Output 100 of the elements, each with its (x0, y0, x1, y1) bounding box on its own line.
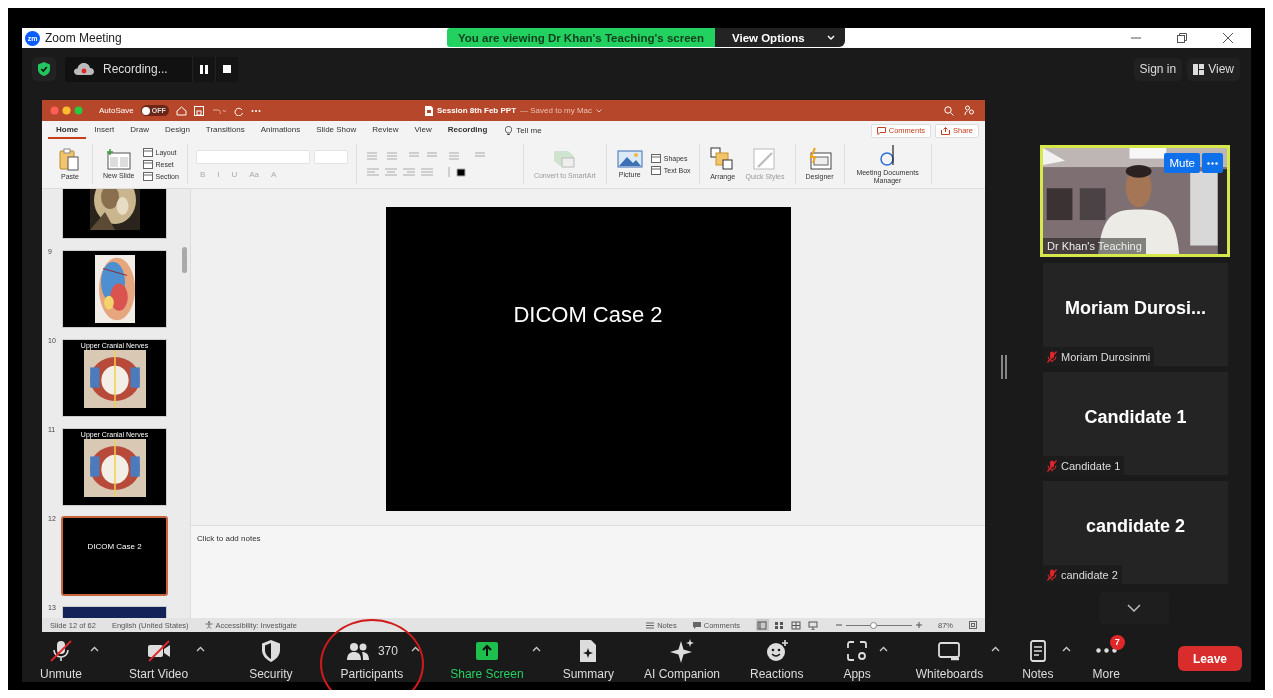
caret-icon[interactable] (878, 645, 888, 652)
participant-display-name: Candidate 1 (1084, 407, 1187, 428)
view-options-button[interactable]: View Options (715, 28, 845, 47)
ribbon-tab[interactable]: Review (364, 122, 407, 139)
view-mode-button[interactable] (790, 619, 803, 631)
slide-thumbnail[interactable] (62, 250, 167, 328)
comment-icon (692, 621, 701, 629)
ribbon-tab[interactable]: Recording (439, 122, 496, 139)
participant-name: Candidate 1 (1061, 459, 1121, 472)
font-size-field[interactable] (313, 149, 348, 164)
sparkle-icon (670, 638, 694, 663)
caret-icon[interactable] (991, 645, 1001, 652)
caret-icon[interactable] (411, 645, 421, 652)
summary-button[interactable]: Summary (554, 636, 622, 681)
slide-title: DICOM Case 2 (385, 207, 791, 511)
view-mode-button[interactable] (756, 619, 769, 631)
ai-companion-button[interactable]: AI Companion (636, 636, 729, 681)
pause-icon (199, 64, 208, 74)
view-mode-button[interactable] (807, 619, 820, 631)
more-icon (1095, 648, 1117, 653)
save-icon[interactable] (193, 105, 204, 116)
more-icon[interactable] (250, 108, 261, 113)
scrollbar-thumb[interactable] (182, 247, 187, 273)
caret-icon[interactable] (1061, 645, 1071, 652)
smiley-plus-icon (764, 638, 789, 663)
home-icon[interactable] (175, 105, 187, 116)
caret-icon[interactable] (531, 645, 541, 652)
participant-name: Moriam Durosinmi (1061, 350, 1151, 363)
participant-count: 370 (377, 643, 398, 658)
restore-icon[interactable] (1176, 32, 1188, 44)
resize-handle[interactable] (1001, 355, 1007, 379)
unmute-button[interactable]: Unmute (32, 636, 91, 681)
recording-label: Recording... (102, 62, 169, 76)
ribbon-tab[interactable]: Animations (252, 122, 309, 139)
notes-lines-icon (646, 621, 655, 629)
ribbon-tab[interactable]: Slide Show (308, 122, 365, 139)
stop-button[interactable] (214, 56, 238, 82)
thumbnail-title: DICOM Case 2 (87, 542, 142, 551)
close-icon[interactable] (1222, 32, 1234, 44)
small-command-icon (142, 171, 153, 181)
layout-icon (1193, 63, 1205, 75)
share-icon (941, 126, 950, 135)
security-button[interactable]: Security (241, 636, 301, 681)
participant-name: candidate 2 (1061, 568, 1118, 581)
redo-icon[interactable] (233, 105, 244, 116)
clipboard-icon (58, 147, 82, 172)
window-buttons-icon[interactable] (50, 106, 84, 115)
document-icon (424, 105, 433, 116)
view-icon (808, 620, 819, 630)
caret-icon[interactable] (90, 645, 100, 652)
caret-icon[interactable] (196, 645, 206, 652)
apps-icon (845, 638, 870, 663)
window-title: Zoom Meeting (45, 31, 122, 45)
participant-display-name: candidate 2 (1085, 516, 1185, 537)
apps-button[interactable]: Apps (835, 636, 879, 681)
accessibility-icon (204, 621, 213, 629)
notes-button[interactable]: Notes (1014, 636, 1062, 681)
small-command-icon (650, 153, 661, 163)
share-screen-button[interactable]: Share Screen (442, 636, 532, 681)
view-button[interactable]: View (1187, 57, 1240, 81)
whiteboards-button[interactable]: Whiteboards (907, 636, 992, 681)
mute-button[interactable]: Mute (1164, 153, 1200, 173)
document-title: Session 8th Feb PPT (436, 106, 517, 115)
view-icon (791, 620, 802, 630)
more-button[interactable] (1202, 153, 1223, 173)
ribbon-tab[interactable]: View (406, 122, 440, 139)
ribbon-tab[interactable]: Draw (122, 122, 157, 139)
share-banner: You are viewing Dr Khan's Teaching's screen (447, 28, 715, 47)
share-people-icon[interactable] (964, 105, 975, 116)
ribbon-tab[interactable]: Transitions (197, 122, 253, 139)
tell-me-button[interactable]: Tell me (499, 124, 548, 137)
view-mode-button[interactable] (773, 619, 786, 631)
small-command-icon (142, 147, 153, 157)
start-video-button[interactable]: Start Video (121, 636, 197, 681)
slide-thumbnail[interactable]: DICOM Case 2 (61, 516, 168, 596)
chevron-down-icon (826, 34, 835, 41)
font-field[interactable] (195, 149, 310, 164)
new-slide-icon (105, 148, 132, 171)
save-status: — Saved to my Mac (520, 106, 593, 115)
search-icon[interactable] (944, 105, 954, 116)
participants-button[interactable]: 370 Participants (332, 636, 412, 681)
plus-icon[interactable] (916, 622, 922, 628)
more-icon (1207, 161, 1218, 165)
chevron-down-icon[interactable] (596, 108, 603, 113)
leave-button[interactable]: Leave (1177, 646, 1242, 671)
view-icon (757, 620, 768, 630)
participant-name: Dr Khan's Teaching (1043, 238, 1146, 254)
ribbon-tab[interactable]: Design (156, 122, 198, 139)
ribbon-tab[interactable]: Home (48, 122, 87, 139)
sign-in-button[interactable]: Sign in (1133, 57, 1183, 81)
ribbon-tab[interactable]: Insert (86, 122, 123, 139)
slider-thumb[interactable] (870, 621, 878, 629)
notification-badge: 7 (1109, 634, 1125, 650)
cloud-icon (73, 62, 95, 76)
comment-icon (876, 126, 886, 135)
small-command-icon (142, 159, 153, 169)
chevron-down-icon (1127, 604, 1141, 612)
fit-slide-icon[interactable] (969, 621, 977, 629)
more-button[interactable]: 7 More (1084, 636, 1128, 681)
reactions-button[interactable]: Reactions (742, 636, 812, 681)
